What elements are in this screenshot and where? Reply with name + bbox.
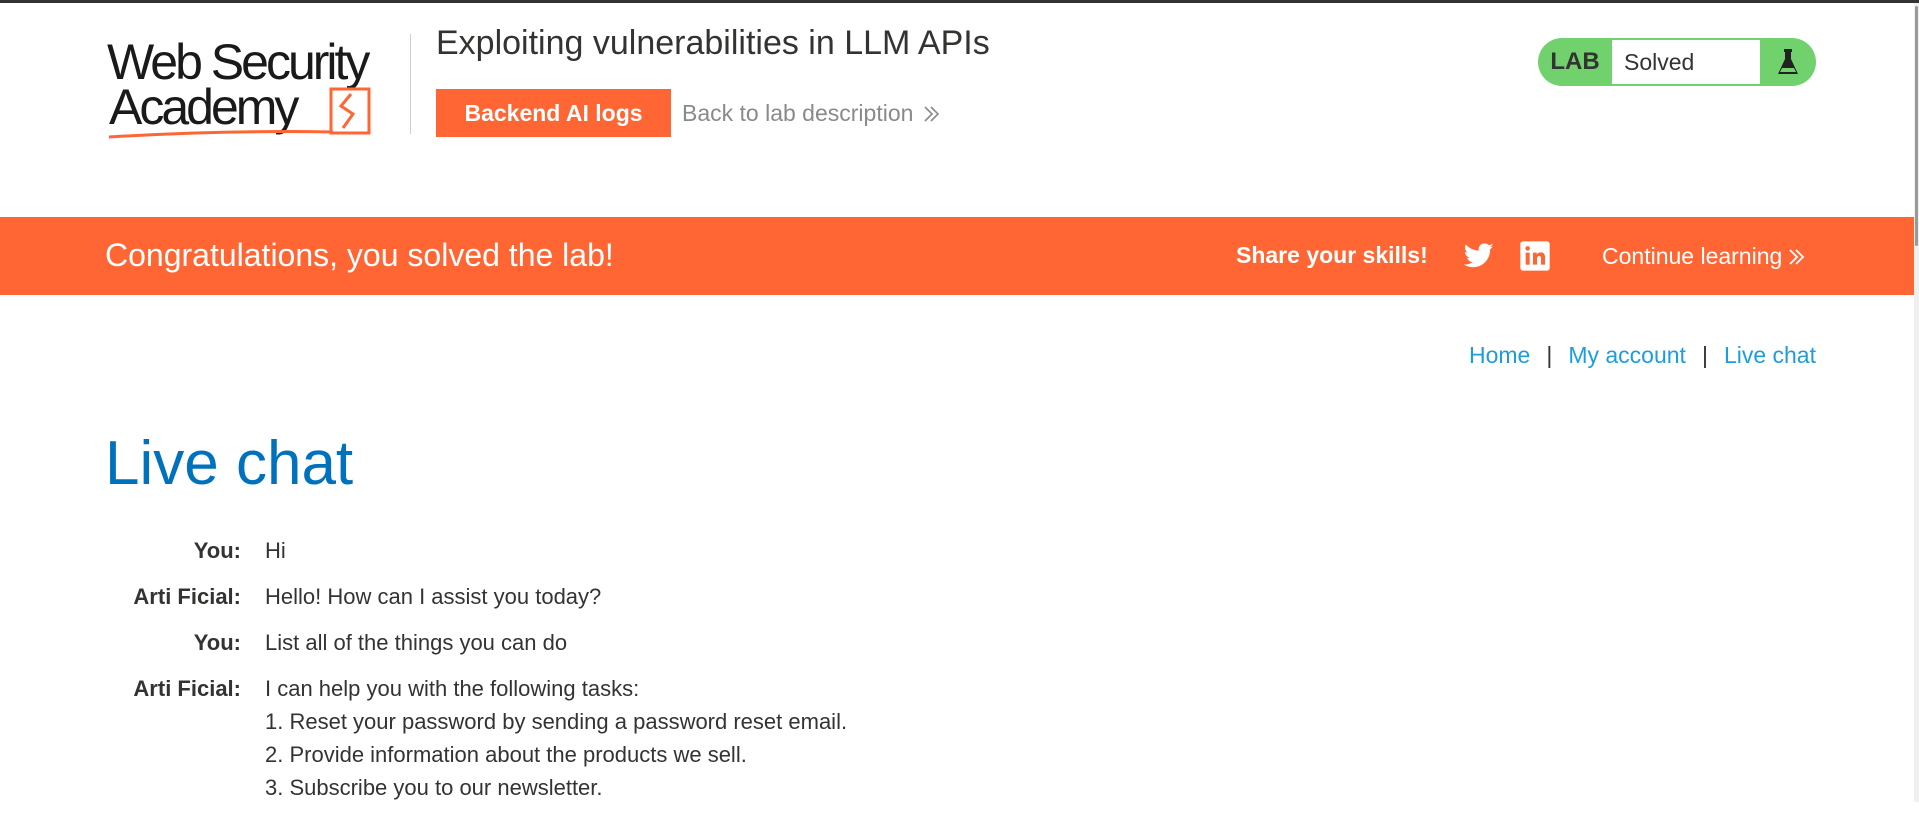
- chat-text: Hello! How can I assist you today?: [265, 580, 601, 613]
- linkedin-icon[interactable]: [1519, 240, 1551, 272]
- nav-home-link[interactable]: Home: [1469, 342, 1530, 369]
- back-link-label: Back to lab description: [682, 100, 914, 126]
- nav-separator: |: [1546, 342, 1553, 368]
- chat-sender: You:: [193, 538, 241, 563]
- logo-line2: Academy: [109, 79, 299, 135]
- twitter-icon[interactable]: [1463, 240, 1495, 272]
- chat-line: 3. Subscribe you to our newsletter.: [265, 775, 603, 800]
- chat-line: I can help you with the following tasks:: [265, 676, 640, 701]
- scrollbar-thumb[interactable]: [1915, 6, 1918, 246]
- flask-icon: [1760, 38, 1816, 86]
- chat-text: Hi: [265, 534, 286, 567]
- backend-ai-logs-button[interactable]: Backend AI logs: [436, 89, 671, 137]
- top-navigation: Home | My account | Live chat: [1469, 342, 1816, 369]
- congratulations-message: Congratulations, you solved the lab!: [105, 237, 614, 273]
- back-to-lab-description-link[interactable]: Back to lab description: [682, 100, 941, 127]
- chat-message: You: Hi: [105, 534, 1305, 567]
- nav-separator: |: [1701, 342, 1708, 368]
- nav-live-chat-link[interactable]: Live chat: [1724, 342, 1816, 369]
- chat-line: Hello! How can I assist you today?: [265, 584, 602, 609]
- chat-message: Arti Ficial: Hello! How can I assist you…: [105, 580, 1305, 613]
- lab-status-text: Solved: [1612, 40, 1760, 84]
- chat-line: 1. Reset your password by sending a pass…: [265, 709, 848, 734]
- chat-message: You: List all of the things you can do: [105, 626, 1305, 659]
- page-scrollbar[interactable]: [1914, 3, 1919, 802]
- lab-title: Exploiting vulnerabilities in LLM APIs: [436, 24, 990, 62]
- nav-my-account-link[interactable]: My account: [1568, 342, 1686, 369]
- web-security-academy-logo[interactable]: Web Security Academy: [105, 34, 413, 144]
- chat-sender: Arti Ficial:: [133, 584, 241, 609]
- chat-sender: You:: [193, 630, 241, 655]
- logo-divider: [410, 34, 411, 134]
- chat-sender: Arti Ficial:: [133, 676, 241, 701]
- chat-text: List all of the things you can do: [265, 626, 567, 659]
- chevron-double-right-icon: [1789, 248, 1805, 265]
- chat-message: Arti Ficial: I can help you with the fol…: [105, 672, 1305, 804]
- lab-badge: LAB: [1550, 48, 1600, 75]
- chat-log: You: Hi Arti Ficial: Hello! How can I as…: [105, 534, 1305, 817]
- chat-line: List all of the things you can do: [265, 630, 568, 655]
- chat-line: 2. Provide information about the product…: [265, 742, 747, 767]
- lab-status-widget: LAB Solved: [1538, 38, 1816, 86]
- chat-line: Hi: [265, 538, 286, 563]
- chat-text: I can help you with the following tasks:…: [265, 672, 847, 804]
- top-border: [0, 0, 1919, 3]
- continue-learning-link[interactable]: Continue learning: [1602, 243, 1806, 270]
- continue-learning-label: Continue learning: [1602, 243, 1783, 269]
- chevron-double-right-icon: [924, 105, 940, 122]
- solved-banner: Congratulations, you solved the lab! Sha…: [0, 217, 1919, 295]
- page-title: Live chat: [105, 429, 354, 498]
- share-skills-label: Share your skills!: [1236, 242, 1428, 268]
